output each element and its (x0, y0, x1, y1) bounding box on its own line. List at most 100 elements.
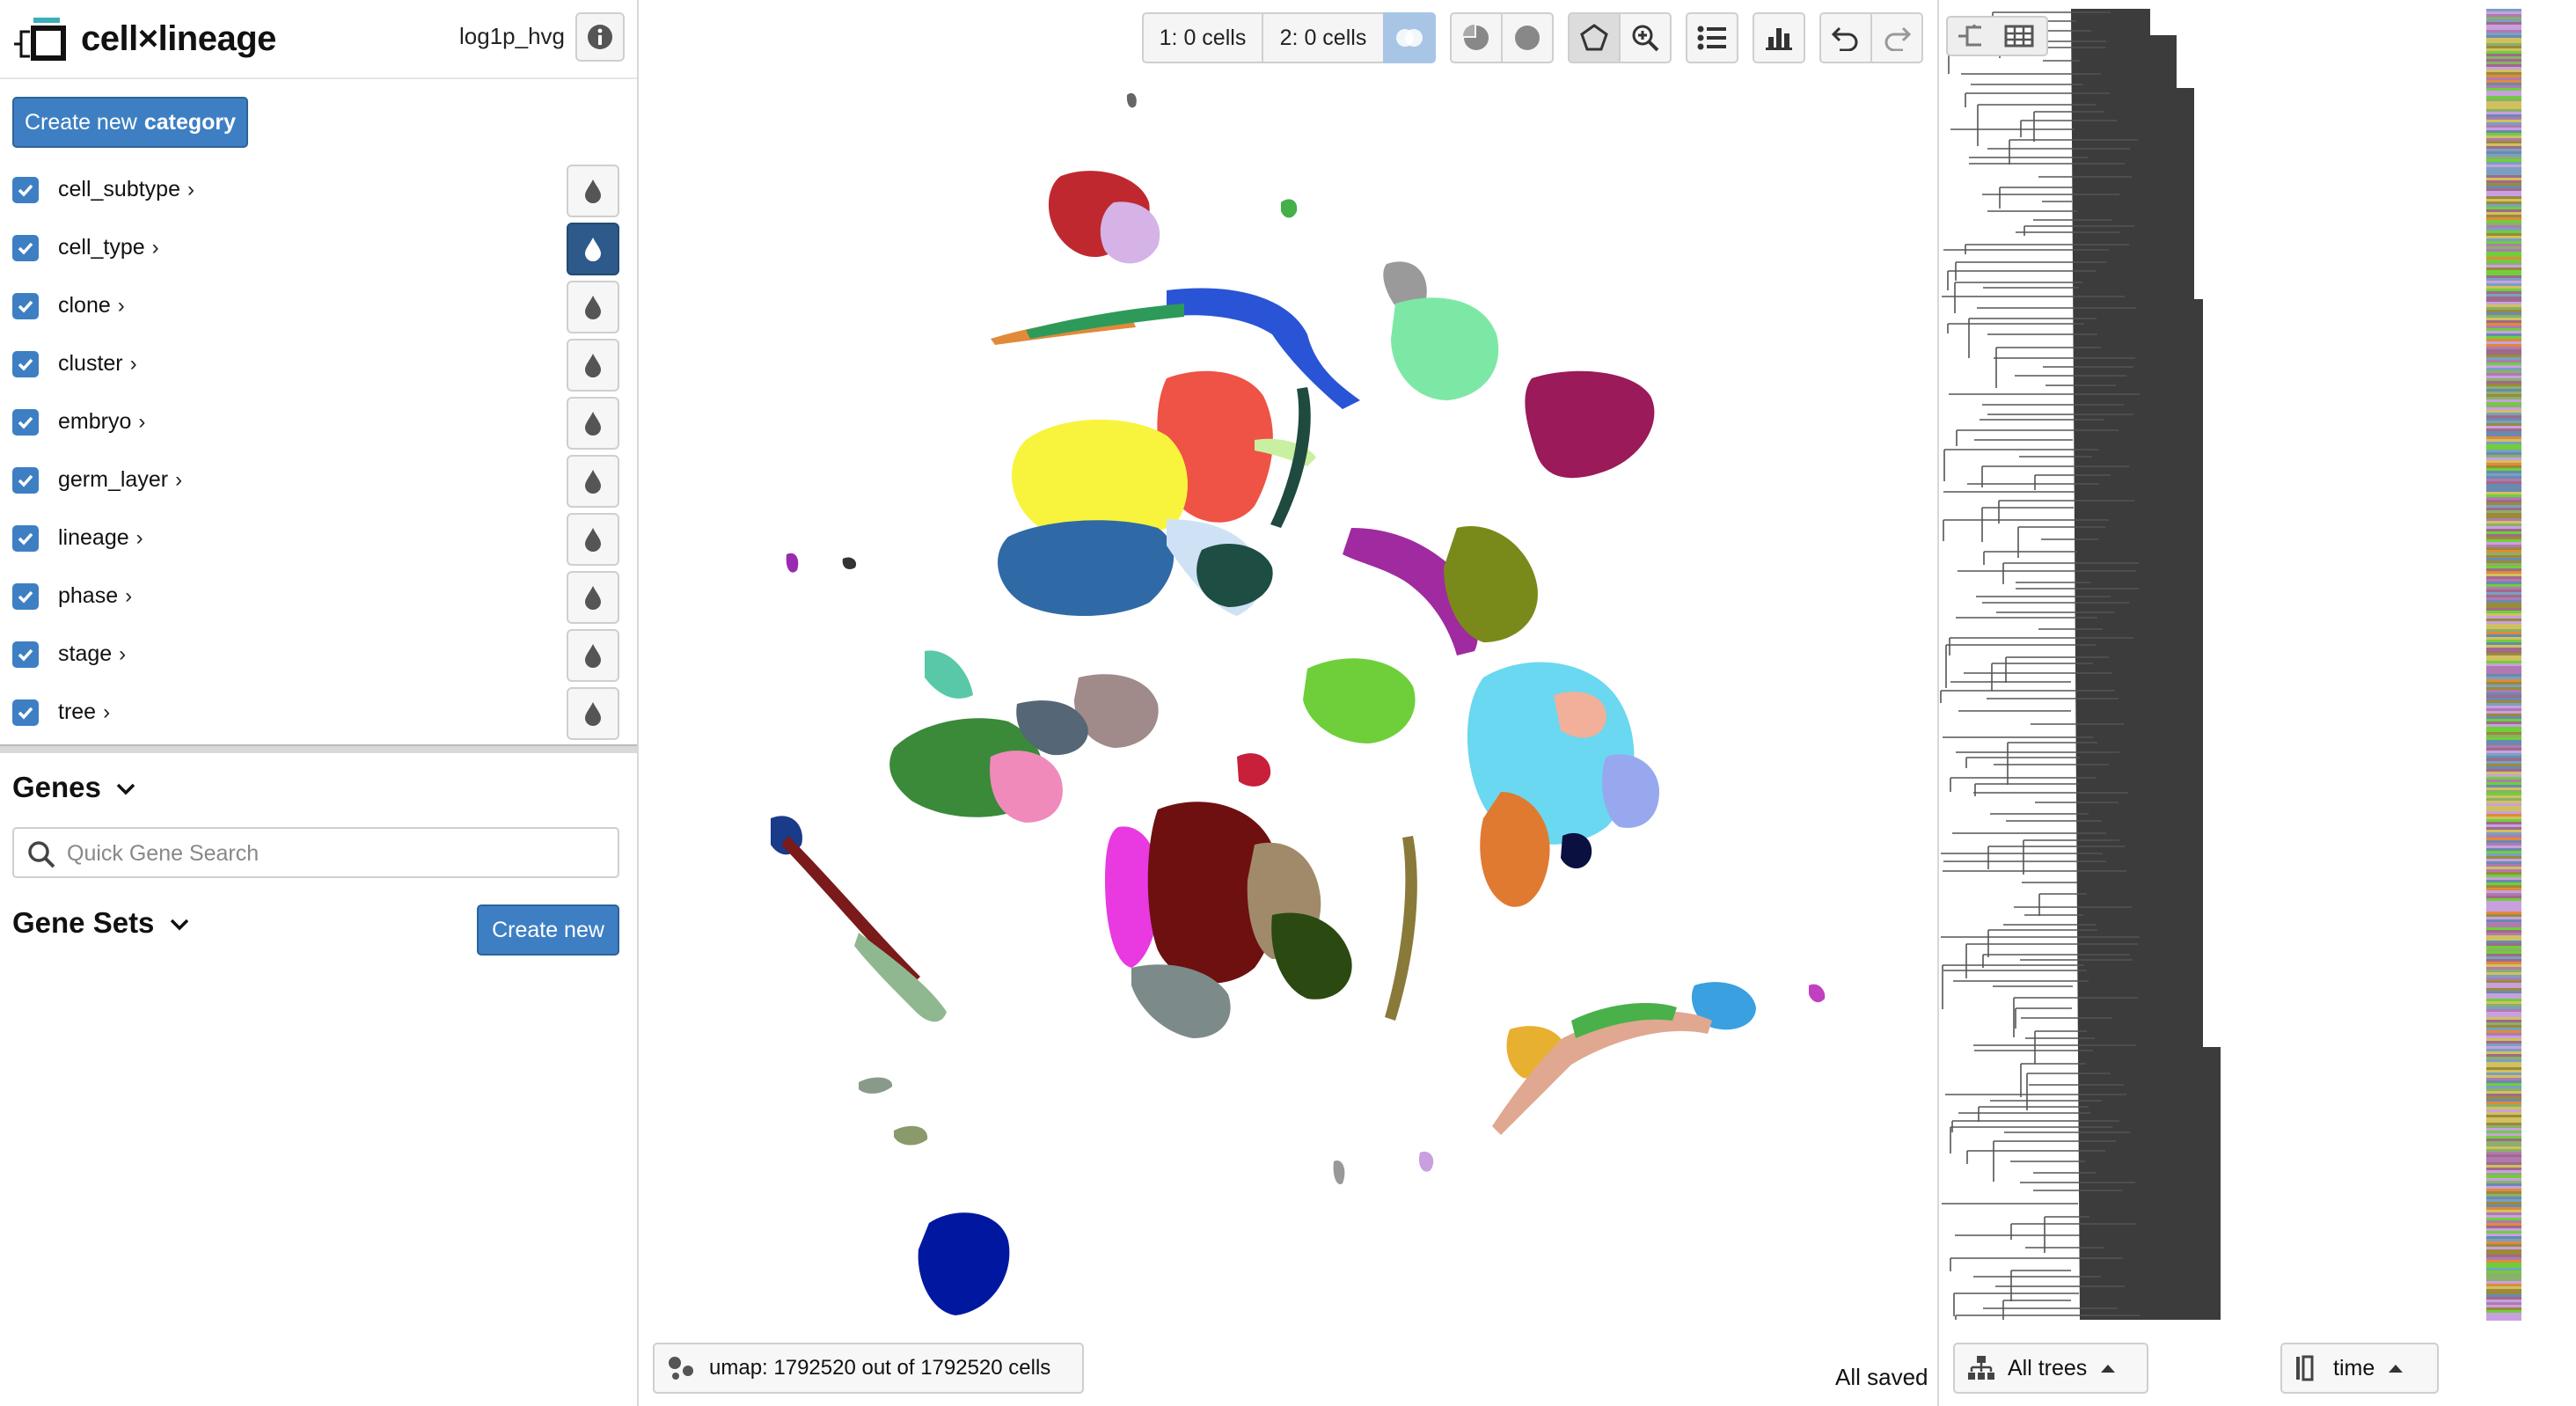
chevron-right-icon: › (151, 236, 159, 260)
droplet-icon (585, 354, 601, 377)
cluster-blue-bottom (918, 1212, 1010, 1315)
checkmark-icon (18, 300, 33, 313)
search-icon (28, 841, 55, 868)
cellxlineage-logo-icon (14, 18, 66, 61)
color-by-button[interactable] (567, 165, 619, 217)
color-by-button[interactable] (567, 339, 619, 392)
cluster-dark-red-streak (781, 836, 920, 985)
category-row[interactable]: cell_type › (0, 219, 637, 277)
category-label[interactable]: cluster › (58, 351, 137, 377)
tree-leaf-block (2071, 9, 2221, 1320)
droplet-icon (585, 470, 601, 494)
create-gene-set-button[interactable]: Create new (477, 904, 619, 956)
category-label[interactable]: cell_type › (58, 235, 159, 260)
category-checkbox[interactable] (12, 351, 39, 377)
category-checkbox[interactable] (12, 699, 39, 726)
color-by-button[interactable] (567, 455, 619, 508)
color-by-button[interactable] (567, 571, 619, 624)
category-checkbox[interactable] (12, 467, 39, 494)
checkmark-icon (18, 416, 33, 429)
category-row[interactable]: tree › (0, 684, 637, 742)
chevron-right-icon: › (117, 294, 125, 318)
category-label[interactable]: clone › (58, 293, 125, 319)
chevron-right-icon: › (138, 410, 146, 434)
sidebar: cell×lineage log1p_hvg Create new catego… (0, 0, 639, 1406)
category-checkbox[interactable] (12, 409, 39, 436)
category-row[interactable]: clone › (0, 277, 637, 335)
category-row[interactable]: cell_subtype › (0, 161, 637, 219)
category-name: cell_subtype (58, 177, 180, 201)
checkmark-icon (18, 590, 33, 604)
app-title: cell×lineage (81, 19, 276, 58)
color-by-button[interactable] (567, 281, 619, 333)
embedding-selector-button[interactable]: umap: 1792520 out of 1792520 cells (653, 1343, 1084, 1394)
time-label: time (2333, 1355, 2375, 1380)
category-label[interactable]: embryo › (58, 409, 145, 435)
color-by-button[interactable] (567, 397, 619, 450)
tree-mode-toggle[interactable] (1946, 16, 2048, 56)
category-checkbox[interactable] (12, 177, 39, 203)
genes-section-header[interactable]: Genes (12, 771, 137, 804)
category-checkbox[interactable] (12, 235, 39, 261)
category-list: cell_subtype › cell_type › clone › cluster › emb… (0, 160, 637, 745)
info-button[interactable] (575, 12, 625, 62)
cluster-lavender (1100, 201, 1160, 264)
layer-selector[interactable]: log1p_hvg (459, 23, 565, 50)
gene-search-field[interactable] (12, 827, 619, 878)
category-name: embryo (58, 409, 132, 434)
category-checkbox[interactable] (12, 525, 39, 552)
category-name: cluster (58, 351, 123, 376)
color-by-button[interactable] (567, 513, 619, 566)
droplet-icon (585, 296, 601, 319)
checkmark-icon (18, 242, 33, 255)
lineage-dendrogram[interactable] (1939, 0, 2576, 1329)
gene-sets-title: Gene Sets (12, 906, 155, 939)
leaf-color-strip (2486, 9, 2521, 1321)
color-by-button[interactable] (567, 629, 619, 682)
cluster-green-streak (1026, 304, 1184, 339)
category-row[interactable]: embryo › (0, 393, 637, 451)
create-category-button[interactable]: Create new category (12, 97, 248, 148)
category-checkbox[interactable] (12, 641, 39, 668)
checkmark-icon (18, 532, 33, 546)
category-row[interactable]: germ_layer › (0, 451, 637, 509)
cluster-brown-streak (1385, 836, 1417, 1021)
umap-scatter-plot[interactable] (639, 0, 1937, 1406)
category-row[interactable]: cluster › (0, 335, 637, 393)
genes-title: Genes (12, 771, 101, 803)
time-selector-button[interactable]: time (2280, 1343, 2439, 1394)
checkmark-icon (18, 707, 33, 720)
category-row[interactable]: lineage › (0, 509, 637, 568)
cluster-periwinkle (1602, 754, 1659, 828)
category-name: stage (58, 641, 113, 666)
color-by-button[interactable] (567, 687, 619, 740)
category-label[interactable]: phase › (58, 583, 132, 609)
chevron-right-icon: › (125, 584, 133, 608)
panel-divider[interactable] (0, 744, 637, 753)
category-label[interactable]: lineage › (58, 525, 143, 551)
cluster-purple-right (1809, 984, 1826, 1003)
droplet-icon (585, 412, 601, 436)
cluster-small-green-top (1281, 199, 1298, 218)
checkmark-icon (18, 648, 33, 662)
category-checkbox[interactable] (12, 583, 39, 610)
cluster-magenta-wine (1525, 370, 1655, 479)
hierarchy-icon (1968, 1356, 1994, 1380)
cluster-lime (1303, 658, 1416, 743)
checkmark-icon (18, 474, 33, 487)
category-label[interactable]: tree › (58, 699, 110, 725)
category-row[interactable]: phase › (0, 568, 637, 626)
category-name: lineage (58, 525, 129, 550)
cell-clusters (771, 92, 1826, 1315)
category-label[interactable]: cell_subtype › (58, 177, 194, 202)
color-by-button[interactable] (567, 223, 619, 275)
category-label[interactable]: germ_layer › (58, 467, 182, 493)
gene-sets-section-header[interactable]: Gene Sets (12, 906, 191, 940)
category-label[interactable]: stage › (58, 641, 126, 667)
category-checkbox[interactable] (12, 293, 39, 319)
droplet-icon (585, 586, 601, 610)
category-row[interactable]: stage › (0, 626, 637, 684)
trees-selector-button[interactable]: All trees (1953, 1343, 2148, 1394)
category-name: germ_layer (58, 467, 169, 492)
gene-search-input[interactable] (65, 836, 605, 871)
